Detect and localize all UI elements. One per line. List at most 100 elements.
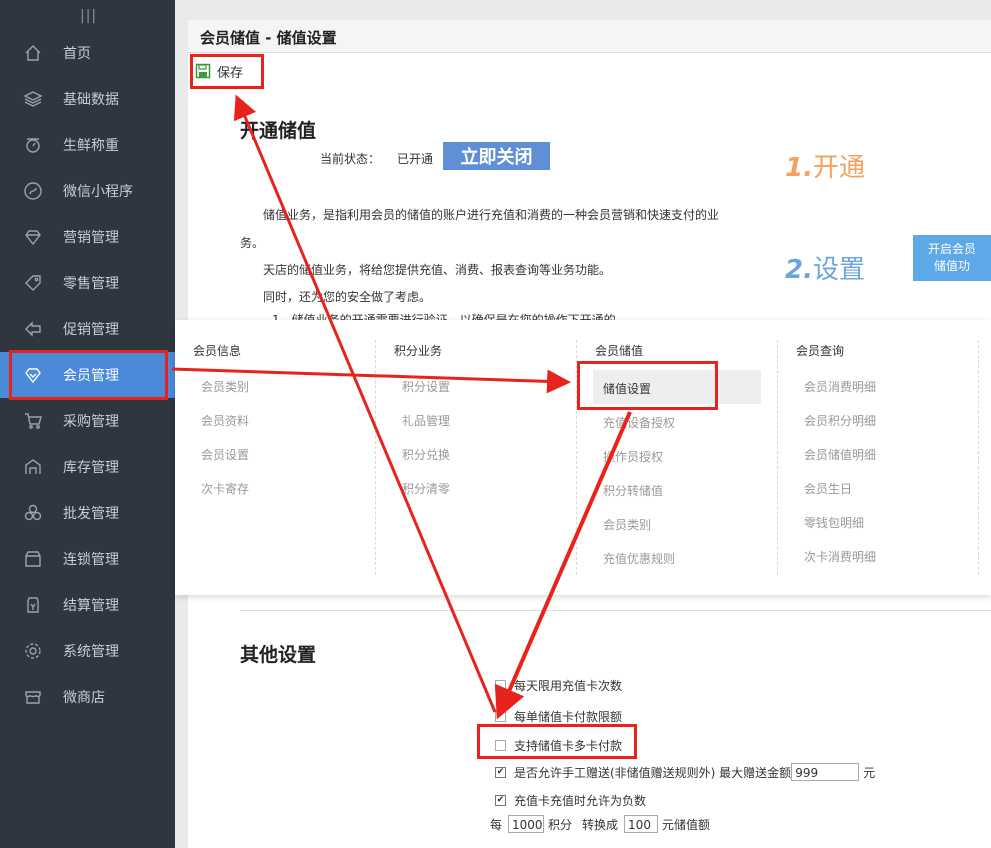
sidebar-item-chain[interactable]: 连锁管理 bbox=[0, 536, 175, 582]
promo-icon bbox=[22, 318, 44, 340]
sidebar-item-fresh-weighing[interactable]: 生鲜称重 bbox=[0, 122, 175, 168]
menu-item[interactable]: 会员积分明细 bbox=[804, 412, 876, 429]
boxes-icon bbox=[22, 502, 44, 524]
sidebar-item-label: 营销管理 bbox=[63, 230, 119, 246]
other-settings-title: 其他设置 bbox=[240, 644, 317, 666]
menu-item[interactable]: 会员资料 bbox=[201, 412, 249, 429]
sidebar-item-settlement[interactable]: 结算管理 bbox=[0, 582, 175, 628]
sidebar-item-microshop[interactable]: 微商店 bbox=[0, 674, 175, 720]
sidebar-item-retail[interactable]: 零售管理 bbox=[0, 260, 175, 306]
highlight-multi-card bbox=[477, 724, 637, 759]
scale-icon bbox=[22, 134, 44, 156]
sidebar-item-label: 采购管理 bbox=[63, 414, 119, 430]
checkbox[interactable] bbox=[495, 680, 506, 691]
sidebar-item-label: 首页 bbox=[63, 46, 91, 62]
sidebar-item-basic-data[interactable]: 基础数据 bbox=[0, 76, 175, 122]
intro-paragraph-4: 1、储值业务的开通需要进行验证，以确保是在您的操作下开通的 bbox=[272, 313, 616, 320]
menu-item[interactable]: 零钱包明细 bbox=[804, 514, 864, 531]
points-conversion-row: 每 1000 积分 转换成 100 元储值额 bbox=[490, 815, 710, 833]
menu-item[interactable]: 充值优惠规则 bbox=[603, 550, 675, 567]
option-manual-gift[interactable]: ✔ 是否允许手工赠送(非储值赠送规则外) 最大赠送金额 999 元 bbox=[495, 763, 875, 781]
menu-item[interactable]: 礼品管理 bbox=[402, 412, 450, 429]
highlight-save bbox=[190, 54, 264, 89]
menu-item[interactable]: 操作员授权 bbox=[603, 448, 663, 465]
sidebar-item-marketing[interactable]: 营销管理 bbox=[0, 214, 175, 260]
menu-column-member-info: 会员信息 会员类别 会员资料 会员设置 次卡寄存 bbox=[193, 342, 249, 496]
open-member-storage-button[interactable]: 开启会员 储值功 bbox=[913, 235, 991, 281]
sidebar-item-label: 系统管理 bbox=[63, 644, 119, 660]
menu-item[interactable]: 次卡寄存 bbox=[201, 480, 249, 497]
points-convert-text: 转换成 bbox=[582, 817, 619, 832]
layers-icon bbox=[22, 88, 44, 110]
sidebar-item-label: 微信小程序 bbox=[63, 184, 133, 200]
option-label: 充值卡充值时允许为负数 bbox=[514, 794, 647, 808]
option-label: 每天限用充值卡次数 bbox=[514, 679, 623, 693]
menu-item[interactable]: 积分设置 bbox=[402, 378, 450, 395]
sidebar-item-label: 基础数据 bbox=[63, 92, 119, 108]
money-value-input[interactable]: 100 bbox=[624, 815, 659, 833]
menu-item[interactable]: 会员消费明细 bbox=[804, 378, 876, 395]
home-icon bbox=[22, 42, 44, 64]
menu-column-member-query: 会员查询 会员消费明细 会员积分明细 会员储值明细 会员生日 零钱包明细 次卡消… bbox=[796, 342, 876, 564]
tag-icon bbox=[22, 272, 44, 294]
sidebar-item-label: 促销管理 bbox=[63, 322, 119, 338]
menu-item[interactable]: 充值设备授权 bbox=[603, 414, 675, 431]
option-allow-negative[interactable]: ✔ 充值卡充值时允许为负数 bbox=[495, 792, 646, 809]
highlight-member-management bbox=[9, 350, 168, 400]
checkbox-checked[interactable]: ✔ bbox=[495, 795, 506, 806]
checkbox[interactable] bbox=[495, 711, 506, 722]
sidebar-item-purchase[interactable]: 采购管理 bbox=[0, 398, 175, 444]
sidebar-item-home[interactable]: 首页 bbox=[0, 30, 175, 76]
sidebar-collapse-handle[interactable]: ||| bbox=[80, 8, 97, 24]
menu-item[interactable]: 积分清零 bbox=[402, 480, 450, 497]
checkbox-checked[interactable]: ✔ bbox=[495, 766, 506, 778]
option-daily-limit[interactable]: 每天限用充值卡次数 bbox=[495, 677, 622, 694]
sidebar-item-wholesale[interactable]: 批发管理 bbox=[0, 490, 175, 536]
max-gift-amount-input[interactable]: 999 bbox=[791, 763, 860, 781]
menu-divider bbox=[375, 340, 376, 575]
sidebar-item-wechat-miniprogram[interactable]: 微信小程序 bbox=[0, 168, 175, 214]
menu-item[interactable]: 会员类别 bbox=[603, 516, 651, 533]
menu-item[interactable]: 会员生日 bbox=[804, 480, 852, 497]
menu-divider bbox=[978, 340, 979, 575]
sidebar-item-label: 结算管理 bbox=[63, 598, 119, 614]
settlement-icon bbox=[22, 594, 44, 616]
sidebar-item-inventory[interactable]: 库存管理 bbox=[0, 444, 175, 490]
menu-item[interactable]: 积分兑换 bbox=[402, 446, 450, 463]
open-button-line1: 开启会员 bbox=[927, 242, 976, 256]
sidebar: ||| 首页 基础数据 生鲜称重 微信小程序 营销管理 零售管理 促销管理 会员… bbox=[0, 0, 175, 848]
sidebar-item-label: 库存管理 bbox=[63, 460, 119, 476]
menu-item[interactable]: 会员设置 bbox=[201, 446, 249, 463]
points-unit: 积分 bbox=[548, 817, 573, 832]
miniprogram-icon bbox=[22, 180, 44, 202]
close-now-button[interactable]: 立即关闭 bbox=[443, 142, 550, 170]
money-suffix: 元储值额 bbox=[662, 817, 711, 832]
sidebar-item-label: 微商店 bbox=[63, 690, 105, 706]
highlight-storage-settings bbox=[577, 361, 718, 410]
status-value: 已开通 bbox=[397, 152, 434, 166]
option-label: 是否允许手工赠送(非储值赠送规则外) 最大赠送金额 bbox=[514, 765, 792, 780]
sidebar-item-system[interactable]: 系统管理 bbox=[0, 628, 175, 674]
step-1-number: 1. bbox=[785, 153, 813, 183]
open-button-line2: 储值功 bbox=[933, 259, 970, 273]
menu-divider bbox=[777, 340, 778, 575]
shop-icon bbox=[22, 686, 44, 708]
menu-item[interactable]: 次卡消费明细 bbox=[804, 548, 876, 565]
option-order-limit[interactable]: 每单储值卡付款限额 bbox=[495, 708, 622, 725]
menu-item[interactable]: 积分转储值 bbox=[603, 482, 663, 499]
cart-icon bbox=[22, 410, 44, 432]
page-header: 会员储值 - 储值设置 bbox=[188, 20, 991, 53]
section-divider bbox=[240, 610, 991, 611]
points-value-input[interactable]: 1000 bbox=[508, 815, 545, 833]
intro-paragraph-2: 天店的储值业务，将给您提供充值、消费、报表查询等业务功能。 bbox=[263, 263, 612, 277]
points-prefix: 每 bbox=[490, 817, 503, 832]
menu-item[interactable]: 会员类别 bbox=[201, 378, 249, 395]
sidebar-item-promotion[interactable]: 促销管理 bbox=[0, 306, 175, 352]
menu-item[interactable]: 会员储值明细 bbox=[804, 446, 876, 463]
diamond-icon bbox=[22, 226, 44, 248]
status-label: 当前状态： bbox=[320, 152, 381, 166]
step-1-label: 1.开通 bbox=[785, 147, 865, 184]
intro-paragraph-3: 同时，还为您的安全做了考虑。 bbox=[263, 290, 432, 304]
sidebar-item-label: 生鲜称重 bbox=[63, 138, 119, 154]
page-title: 会员储值 - 储值设置 bbox=[200, 29, 337, 47]
